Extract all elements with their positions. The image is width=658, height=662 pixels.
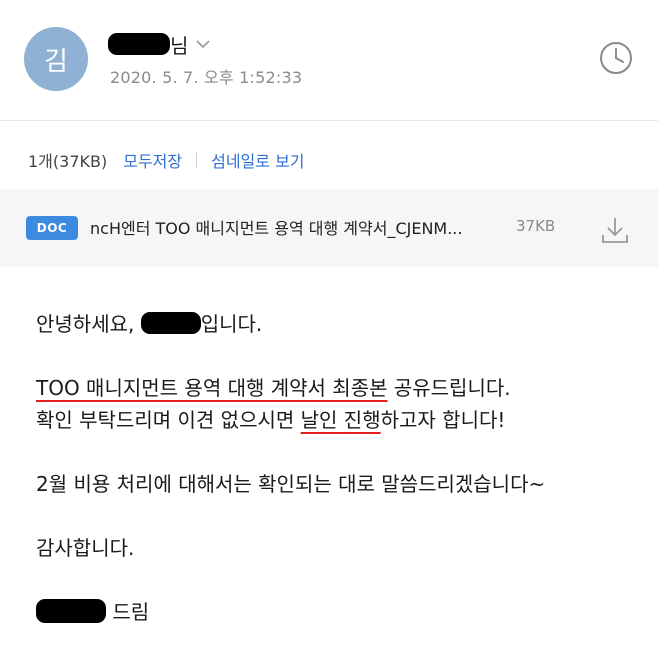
sender-avatar: 김 (24, 27, 88, 91)
avatar-initial: 김 (44, 46, 68, 77)
download-icon[interactable] (598, 213, 632, 247)
confirm-line-start: 확인 부탁드리며 이견 없으시면 (36, 408, 301, 432)
thanks-line: 감사합니다. (36, 536, 135, 560)
chevron-down-icon[interactable] (196, 37, 210, 51)
clock-icon[interactable] (598, 40, 634, 76)
greeting-line: 안녕하세요, 입니다. (36, 308, 636, 340)
attachment-summary: 1개(37KB) 모두저장 섬네일로 보기 (28, 146, 305, 174)
signoff-line: 드림 (36, 596, 636, 628)
message-body: 안녕하세요, 입니다. TOO 매니지먼트 용역 대행 계약서 최종본 공유드립… (36, 308, 636, 628)
contract-title-underlined: TOO 매니지먼트 용역 대행 계약서 최종본 (36, 376, 388, 400)
sender-name-redacted (108, 33, 170, 55)
attachment-count: 1개(37KB) (28, 152, 108, 171)
cost-line: 2월 비용 처리에 대해서는 확인되는 대로 말씀드리겠습니다~ (36, 472, 546, 496)
signoff-suffix: 드림 (106, 600, 150, 624)
header-divider (0, 120, 658, 121)
recipient-name-redacted (140, 312, 201, 334)
attachment-file-name[interactable]: ncH엔터 TOO 매니지먼트 용역 대행 계약서_CJENM... (90, 215, 462, 239)
signer-name-redacted (36, 599, 106, 623)
contract-line-rest: 공유드립니다. (387, 376, 511, 400)
attachment-file-size: 37KB (516, 217, 556, 235)
confirm-line-end: 하고자 합니다! (380, 408, 506, 432)
contract-line: TOO 매니지먼트 용역 대행 계약서 최종본 공유드립니다. (36, 372, 636, 404)
greeting-prefix: 안녕하세요, (36, 312, 141, 336)
greeting-suffix: 입니다. (200, 312, 263, 336)
save-all-button[interactable]: 모두저장 (123, 148, 182, 172)
mail-header: 김 님 2020. 5. 7. 오후 1:52:33 (0, 0, 658, 120)
attachment-file-item[interactable]: DOC ncH엔터 TOO 매니지먼트 용역 대행 계약서_CJENM... 3… (0, 189, 658, 267)
confirm-line: 확인 부탁드리며 이견 없으시면 날인 진행하고자 합니다! (36, 404, 636, 436)
sealing-underlined: 날인 진행 (300, 408, 381, 432)
thumbnail-view-button[interactable]: 섬네일로 보기 (211, 148, 304, 172)
sender-suffix: 님 (170, 33, 189, 58)
doc-type-badge: DOC (26, 216, 78, 240)
mail-datetime: 2020. 5. 7. 오후 1:52:33 (110, 68, 303, 87)
sender-name-row[interactable]: 님 (108, 30, 210, 58)
separator (196, 152, 198, 168)
